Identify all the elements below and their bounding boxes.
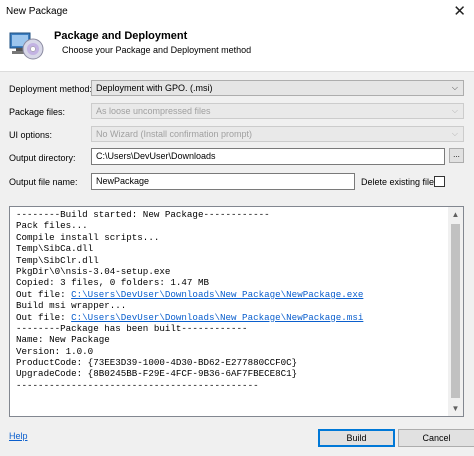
close-icon[interactable]: ✕ [453, 2, 466, 20]
ui-options-value: No Wizard (Install confirmation prompt) [96, 129, 253, 139]
installer-cd-icon [9, 32, 44, 60]
chevron-down-icon: ⌵ [451, 83, 458, 92]
scroll-up-icon[interactable]: ▲ [448, 207, 463, 222]
help-link[interactable]: Help [9, 431, 28, 441]
window-title: New Package [6, 6, 68, 17]
package-files-select[interactable]: As loose uncompressed files ⌵ [91, 103, 464, 119]
title-bar: New Package ✕ [0, 0, 474, 25]
wizard-header: Package and Deployment Choose your Packa… [0, 25, 474, 71]
package-files-label: Package files: [9, 107, 66, 117]
deployment-method-select[interactable]: Deployment with GPO. (.msi) ⌵ [91, 80, 464, 96]
log-line: Name: New Package [16, 334, 110, 346]
output-directory-label: Output directory: [9, 153, 76, 163]
log-line: Copied: 3 files, 0 folders: 1.47 MB [16, 277, 209, 289]
log-line: Build msi wrapper... [16, 300, 127, 312]
log-line: PkgDir\0\nsis-3.04-setup.exe [16, 265, 171, 277]
scroll-thumb[interactable] [451, 224, 460, 398]
log-line: ProductCode: {73EE3D39-1000-4D30-BD62-E2… [16, 357, 298, 369]
log-scrollbar[interactable]: ▲ ▼ [448, 207, 463, 416]
log-line: --------Build started: New Package------… [16, 209, 270, 220]
ui-options-label: UI options: [9, 130, 53, 140]
output-file-name-label: Output file name: [9, 177, 78, 187]
log-line: UpgradeCode: {8B0245BB-F29E-4FCF-9B36-6A… [16, 368, 298, 380]
build-button[interactable]: Build [318, 429, 395, 447]
ui-options-select[interactable]: No Wizard (Install confirmation prompt) … [91, 126, 464, 142]
log-line: Pack files... [16, 220, 88, 232]
log-line: --------Package has been built----------… [16, 322, 248, 334]
log-line: Temp\SibCa.dll [16, 243, 94, 255]
deployment-method-value: Deployment with GPO. (.msi) [96, 83, 213, 93]
cancel-button[interactable]: Cancel [398, 429, 474, 447]
build-log[interactable]: --------Build started: New Package------… [9, 206, 464, 417]
output-file-name-input[interactable]: NewPackage [91, 173, 355, 190]
chevron-down-icon: ⌵ [451, 106, 458, 115]
log-line: Version: 1.0.0 [16, 345, 94, 357]
log-line: ----------------------------------------… [16, 379, 259, 391]
out-file-label: Out file: [16, 288, 72, 300]
log-line-out-file-exe: Out file: C:\Users\DevUser\Downloads\New… [16, 289, 446, 300]
delete-existing-checkbox[interactable] [434, 176, 445, 187]
output-directory-input[interactable]: C:\Users\DevUser\Downloads [91, 148, 445, 165]
out-file-label: Out file: [16, 311, 72, 323]
out-file-msi-link[interactable]: C:\Users\DevUser\Downloads\New Package\N… [71, 312, 363, 323]
log-line: Temp\SibClr.dll [16, 254, 99, 266]
header-title: Package and Deployment [54, 30, 188, 42]
scroll-down-icon[interactable]: ▼ [448, 401, 463, 416]
package-files-value: As loose uncompressed files [96, 106, 211, 116]
browse-button[interactable]: ... [449, 148, 464, 163]
chevron-down-icon: ⌵ [451, 129, 458, 138]
delete-existing-label: Delete existing files [361, 177, 439, 187]
header-subtitle: Choose your Package and Deployment metho… [62, 45, 252, 55]
log-line: Compile install scripts... [16, 231, 160, 243]
deployment-method-label: Deployment method: [9, 84, 93, 94]
build-log-lines: --------Build started: New Package------… [16, 209, 446, 391]
out-file-exe-link[interactable]: C:\Users\DevUser\Downloads\New Package\N… [71, 289, 363, 300]
log-line-out-file-msi: Out file: C:\Users\DevUser\Downloads\New… [16, 312, 446, 323]
